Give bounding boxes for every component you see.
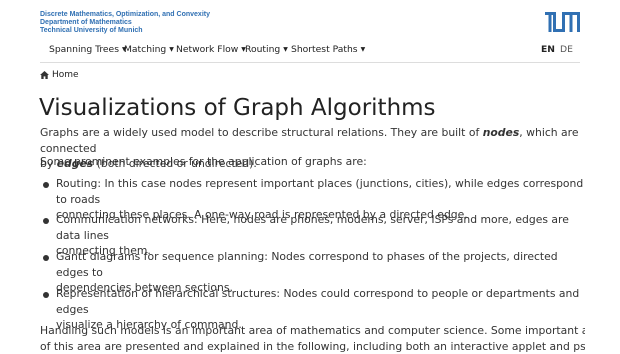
list-item-line: Gantt diagrams for sequence planning: No… bbox=[56, 249, 584, 280]
bullet-dot bbox=[43, 218, 49, 224]
outro-line: Handling such models is an important are… bbox=[40, 323, 585, 339]
nav-divider bbox=[40, 62, 580, 63]
nav-routing[interactable]: Routing▼ bbox=[245, 44, 288, 55]
main-navigation: Spanning Trees▼ Matching▼ Network Flow▼ … bbox=[40, 41, 580, 61]
breadcrumb[interactable]: Home bbox=[40, 70, 79, 80]
site-header: Discrete Mathematics, Optimization, and … bbox=[40, 11, 580, 35]
bullet-dot bbox=[43, 292, 49, 298]
nav-label: Routing bbox=[245, 44, 280, 55]
outro-paragraph: Handling such models is an important are… bbox=[40, 323, 585, 354]
outro-line: of this area are presented and explained… bbox=[40, 339, 585, 354]
intro-line-1: Graphs are a widely used model to descri… bbox=[40, 125, 585, 156]
list-item-line: Representation of hierarchical structure… bbox=[56, 286, 584, 317]
nav-shortest-paths[interactable]: Shortest Paths▼ bbox=[291, 44, 365, 55]
nav-label: Network Flow bbox=[176, 44, 238, 55]
nav-label: Shortest Paths bbox=[291, 44, 358, 55]
dept-line-3: Technical University of Munich bbox=[40, 27, 580, 35]
nav-matching[interactable]: Matching▼ bbox=[124, 44, 174, 55]
department-name[interactable]: Discrete Mathematics, Optimization, and … bbox=[40, 11, 580, 35]
nav-label: Matching bbox=[124, 44, 166, 55]
caret-down-icon: ▼ bbox=[283, 46, 288, 53]
home-icon bbox=[40, 71, 49, 79]
list-item-line: Communication networks: Here, nodes are … bbox=[56, 212, 584, 243]
dept-line-1: Discrete Mathematics, Optimization, and … bbox=[40, 11, 580, 19]
nav-network-flow[interactable]: Network Flow▼ bbox=[176, 44, 246, 55]
language-de[interactable]: DE bbox=[560, 44, 573, 55]
tum-logo[interactable] bbox=[545, 12, 580, 32]
caret-down-icon: ▼ bbox=[361, 46, 366, 53]
list-item-line: Routing: In this case nodes represent im… bbox=[56, 176, 584, 207]
bullet-dot bbox=[43, 182, 49, 188]
language-en[interactable]: EN bbox=[541, 44, 555, 55]
bullet-dot bbox=[43, 255, 49, 261]
caret-down-icon: ▼ bbox=[169, 46, 174, 53]
page-title: Visualizations of Graph Algorithms bbox=[39, 95, 436, 121]
breadcrumb-home: Home bbox=[52, 70, 79, 80]
term-nodes: nodes bbox=[483, 126, 520, 139]
examples-intro: Some prominent examples for the applicat… bbox=[40, 154, 585, 170]
dept-line-2: Department of Mathematics bbox=[40, 19, 580, 27]
nav-spanning-trees[interactable]: Spanning Trees▼ bbox=[49, 44, 127, 55]
intro-text: Graphs are a widely used model to descri… bbox=[40, 126, 483, 139]
nav-label: Spanning Trees bbox=[49, 44, 119, 55]
